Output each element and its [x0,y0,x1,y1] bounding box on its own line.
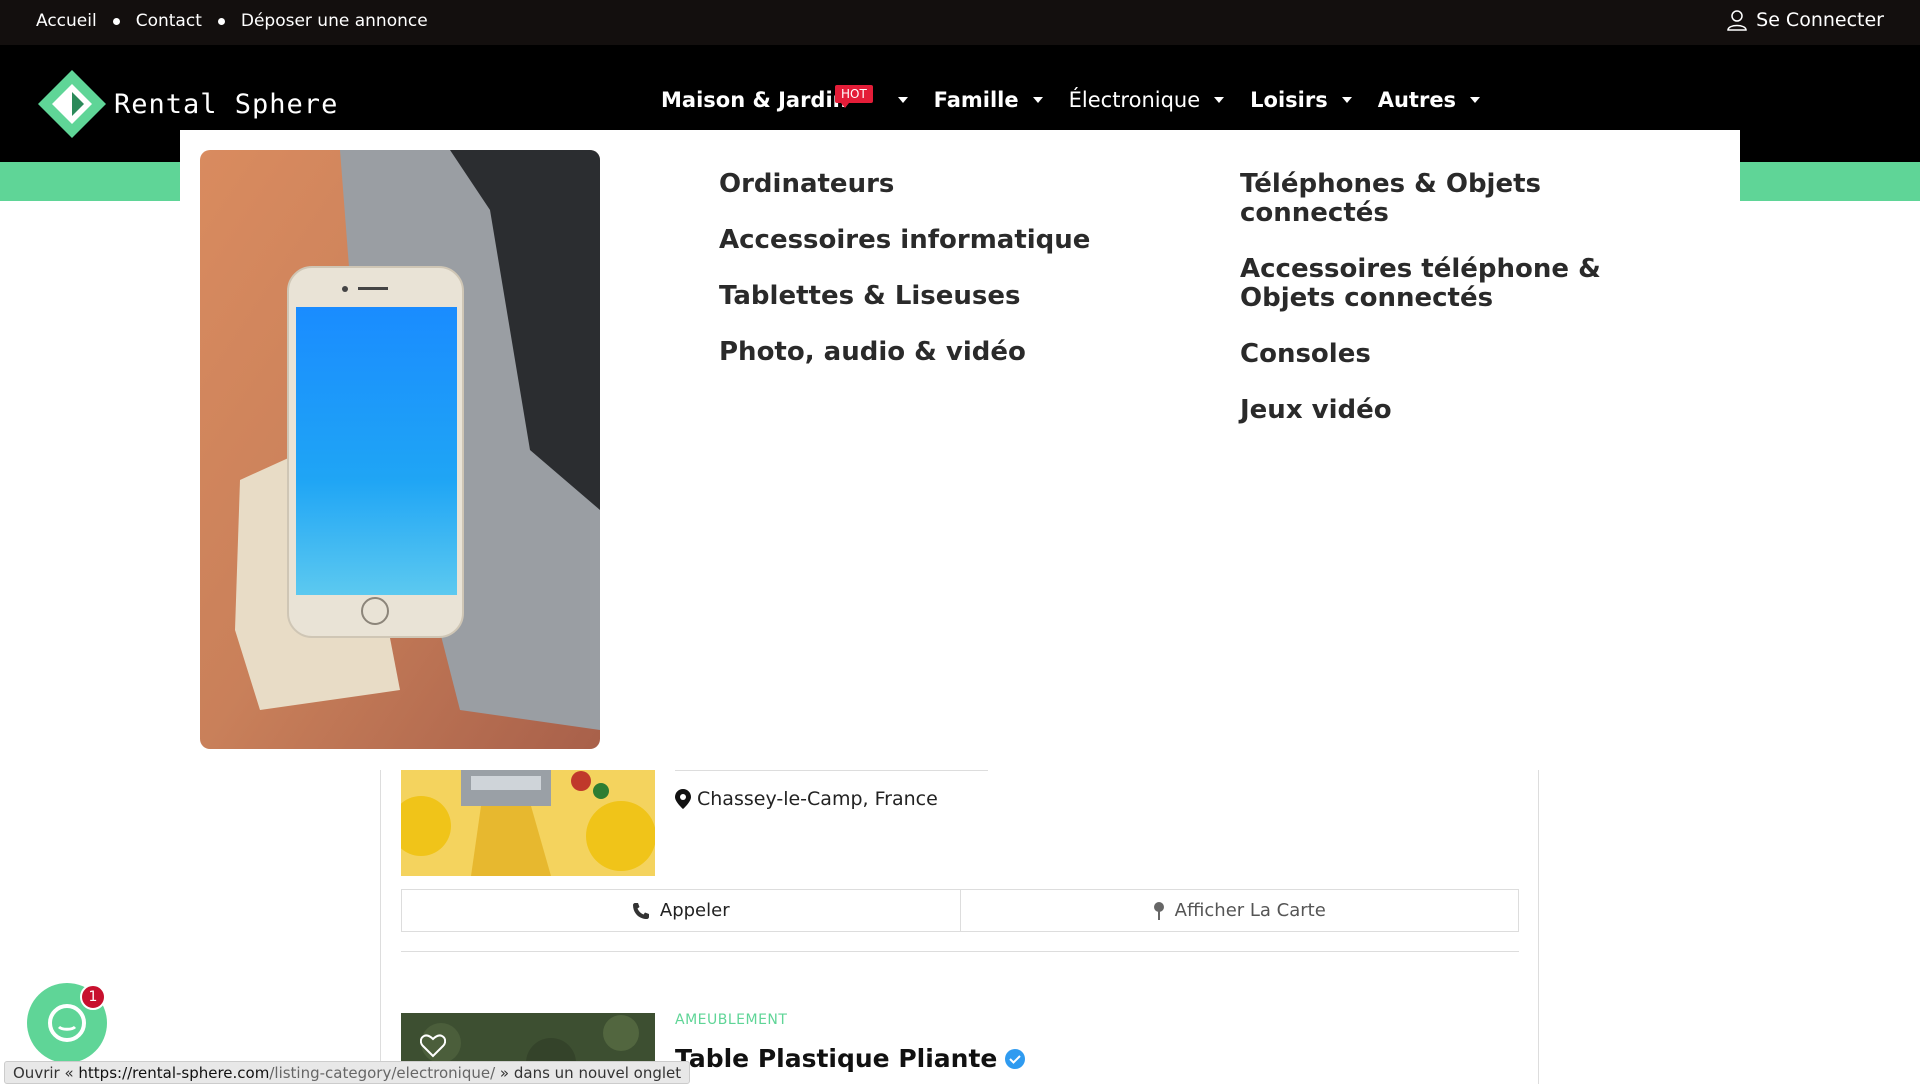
caret-down-icon [1470,97,1481,103]
menu-link-photo-audio-video[interactable]: Photo, audio & vidéo [719,338,1090,367]
status-path: /listing-category/electronique/ [269,1064,496,1082]
menu-link-ordinateurs[interactable]: Ordinateurs [719,170,1090,199]
caret-down-icon [1341,97,1352,103]
top-bar: Accueil Contact Déposer une annonce Se C… [0,0,1920,45]
top-nav: Accueil Contact Déposer une annonce [36,11,428,31]
call-label: Appeler [659,900,730,921]
favorite-heart-icon[interactable] [419,1034,447,1062]
verified-check-icon [1005,1048,1026,1069]
top-link-deposer-annonce[interactable]: Déposer une annonce [241,11,428,31]
nav-label: Électronique [1068,88,1201,112]
top-link-contact[interactable]: Contact [136,11,202,31]
call-button[interactable]: Appeler [402,890,960,931]
caret-down-icon [1032,97,1043,103]
show-map-button[interactable]: Afficher La Carte [959,890,1519,931]
nav-item-electronique[interactable]: Électronique [1069,88,1225,112]
nav-label: Famille [933,88,1019,112]
menu-link-tablettes-liseuses[interactable]: Tablettes & Liseuses [719,282,1090,311]
menu-link-consoles[interactable]: Consoles [1240,340,1680,369]
logo-diamond-icon [38,70,106,138]
divider [675,770,988,771]
menu-link-accessoires-telephone[interactable]: Accessoires téléphone & Objets connectés [1240,255,1680,313]
nav-label: Loisirs [1250,88,1328,112]
location-text: Chassey-le-Camp, France [697,788,938,810]
pin-icon [1153,901,1164,920]
chat-notification-badge: 1 [80,984,106,1010]
nav-label: Maison & Jardin [661,88,848,112]
hot-badge: HOT [835,85,873,108]
divider [401,951,1519,952]
top-link-accueil[interactable]: Accueil [36,11,97,31]
nav-label: Autres [1377,88,1457,112]
smartphone-laptop-image [200,150,600,749]
menu-link-jeux-video[interactable]: Jeux vidéo [1240,396,1680,425]
menu-link-accessoires-informatique[interactable]: Accessoires informatique [719,226,1090,255]
electronique-mega-menu: Ordinateurs Accessoires informatique Tab… [180,130,1740,770]
listing-title[interactable]: Table Plastique Pliante [675,1044,1026,1073]
separator-dot [112,17,120,25]
menu-feature-image[interactable] [200,150,600,749]
login-label: Se Connecter [1756,9,1884,31]
pasta-machine-image [401,766,655,876]
nav-item-maison-jardin[interactable]: Maison & Jardin HOT [661,85,908,112]
separator-dot [217,17,225,25]
chat-bubble-icon [48,1004,86,1042]
brand-name: Rental Sphere [114,88,339,120]
nav-item-famille[interactable]: Famille [934,88,1043,112]
nav-item-loisirs[interactable]: Loisirs [1250,88,1352,112]
listing-title-text: Table Plastique Pliante [675,1044,998,1073]
main-nav: Maison & Jardin HOT Famille Électronique… [661,85,1506,112]
menu-column-2: Téléphones & Objets connectés Accessoire… [1240,170,1680,452]
listing-location: Chassey-le-Camp, France [675,788,938,810]
phone-icon [632,902,649,919]
menu-link-telephones-objets-connectes[interactable]: Téléphones & Objets connectés [1240,170,1680,228]
listing-thumbnail[interactable] [401,766,655,876]
browser-status-bar: Ouvrir « https://rental-sphere.com/listi… [4,1061,691,1084]
map-pin-icon [675,789,691,809]
menu-column-1: Ordinateurs Accessoires informatique Tab… [719,170,1090,394]
status-prefix: Ouvrir « [13,1064,79,1082]
map-label: Afficher La Carte [1174,900,1326,921]
caret-down-icon [897,97,908,103]
login-link[interactable]: Se Connecter [1726,9,1884,31]
listing-actions: Appeler Afficher La Carte [401,889,1519,932]
nav-item-autres[interactable]: Autres [1377,88,1481,112]
status-host: https://rental-sphere.com [78,1064,270,1082]
user-icon [1727,10,1747,31]
listing-category[interactable]: AMEUBLEMENT [675,1012,787,1028]
caret-down-icon [1214,97,1225,103]
status-suffix: » dans un nouvel onglet [495,1064,682,1082]
